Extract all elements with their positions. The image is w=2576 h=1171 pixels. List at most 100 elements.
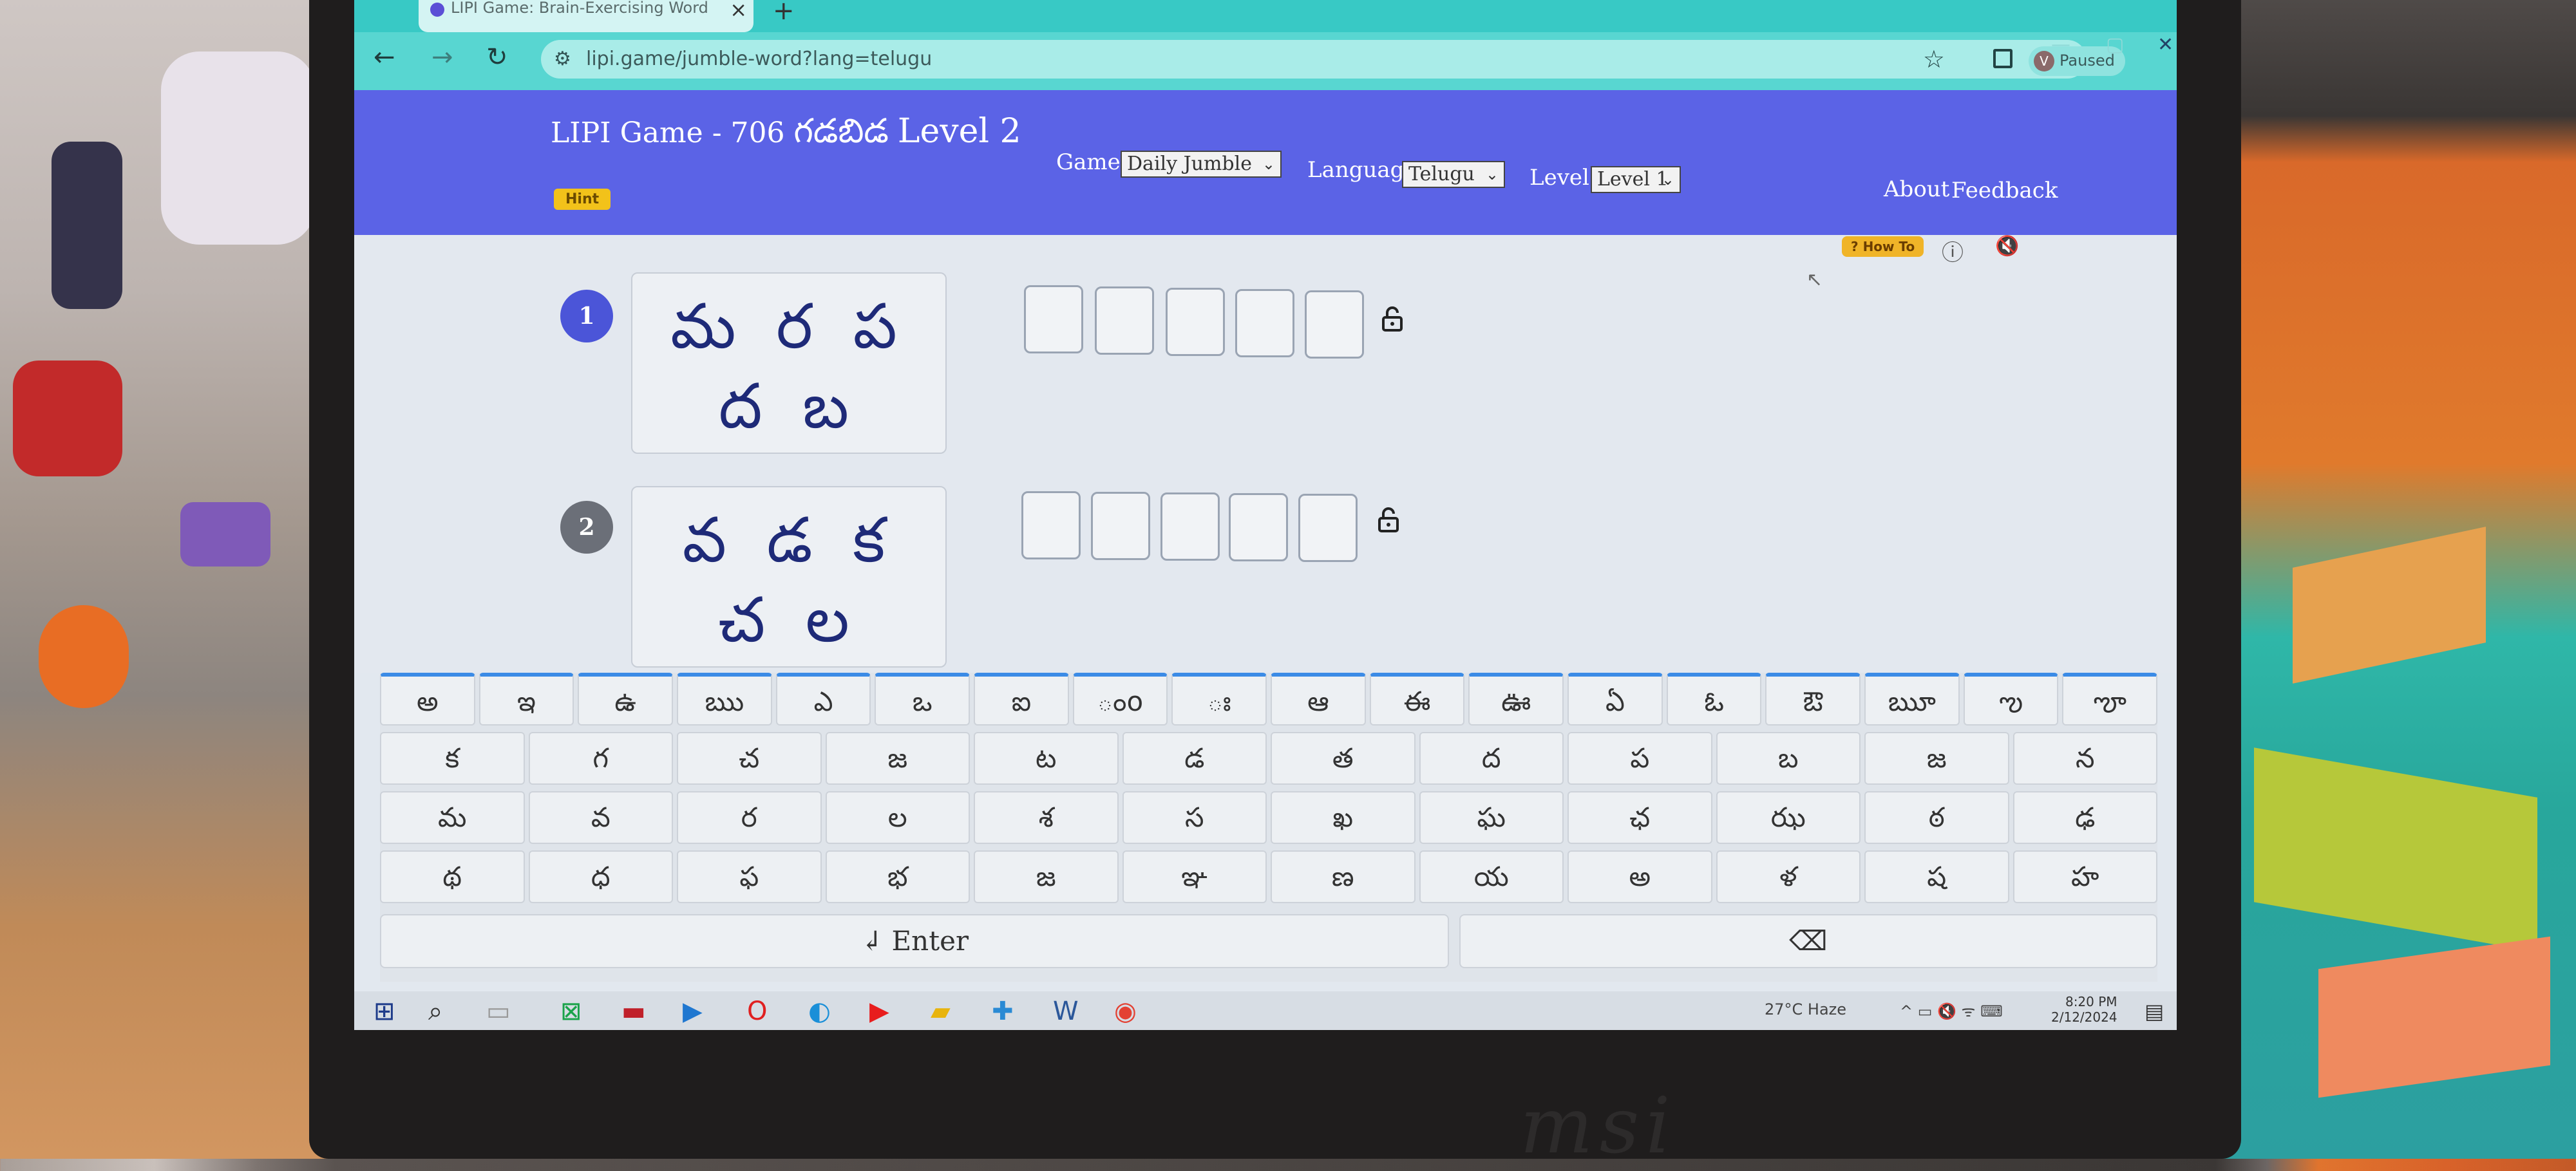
answer-slot[interactable] (1160, 492, 1220, 561)
how-to-button[interactable]: ? How To (1842, 236, 1924, 257)
key[interactable]: హ (2012, 850, 2157, 903)
start-icon[interactable]: ⊞ (374, 997, 395, 1026)
answer-slot[interactable] (1021, 491, 1081, 559)
key[interactable]: ఋ (677, 673, 772, 726)
key[interactable]: శ (974, 791, 1119, 844)
key[interactable]: ఓ (1666, 673, 1762, 726)
key[interactable]: ఠ (1864, 791, 2009, 844)
info-icon[interactable]: ⓘ (1942, 235, 1964, 267)
notification-icon[interactable]: ▤ (2145, 999, 2164, 1024)
key[interactable]: ః (1171, 673, 1267, 726)
unlock-icon[interactable] (1376, 507, 1401, 532)
media-player-icon[interactable]: ▶ (683, 997, 703, 1026)
key[interactable]: ౡ (2062, 673, 2158, 726)
key[interactable]: ఌ (1963, 673, 2059, 726)
key[interactable]: జ (974, 850, 1119, 903)
key[interactable]: ప (1567, 732, 1712, 785)
chrome-icon[interactable]: ◉ (1114, 997, 1137, 1026)
side-panel-icon[interactable] (1993, 49, 2012, 68)
reload-button[interactable]: ↻ (486, 42, 508, 72)
key[interactable]: ఘ (1419, 791, 1564, 844)
key[interactable]: ఇ (478, 673, 574, 726)
edge-icon[interactable]: ◐ (808, 997, 831, 1026)
key[interactable]: భ (825, 850, 970, 903)
about-link[interactable]: About (1884, 176, 1949, 202)
level-select[interactable]: Level 1 ⌄ (1591, 166, 1681, 193)
key[interactable]: బ (1716, 732, 1861, 785)
new-tab-button[interactable]: + (773, 0, 795, 26)
answer-slot[interactable] (1305, 290, 1364, 359)
feedback-link[interactable]: Feedback (1951, 178, 2058, 203)
key[interactable]: గ (528, 732, 673, 785)
answer-slot[interactable] (1298, 494, 1358, 562)
key[interactable]: ఝ (1716, 791, 1861, 844)
backspace-key[interactable]: ⌫ (1459, 914, 2157, 968)
word-icon[interactable]: W (1053, 997, 1079, 1026)
site-info-icon[interactable]: ⚙ (554, 48, 571, 70)
unlock-icon[interactable] (1379, 306, 1405, 332)
key[interactable]: మ (380, 791, 525, 844)
task-view-icon[interactable]: ▭ (486, 997, 511, 1026)
key[interactable]: స (1122, 791, 1267, 844)
key[interactable]: ళ (1716, 850, 1861, 903)
key[interactable]: న (2012, 732, 2157, 785)
close-window-button[interactable]: ✕ (2157, 33, 2174, 56)
key[interactable]: ర (677, 791, 822, 844)
address-bar[interactable]: ⚙ lipi.game/jumble-word?lang=telugu ☆ (541, 40, 2087, 79)
key[interactable]: థ (380, 850, 525, 903)
key[interactable]: ష (1864, 850, 2009, 903)
key[interactable]: వ (528, 791, 673, 844)
key[interactable]: ణ (1271, 850, 1416, 903)
key[interactable]: డ (1122, 732, 1267, 785)
key[interactable]: ఎ (775, 673, 871, 726)
answer-slot[interactable] (1095, 286, 1154, 355)
xbox-icon[interactable]: ⊠ (560, 997, 582, 1026)
minimize-window-button[interactable]: — (2051, 33, 2070, 56)
key[interactable]: ఈ (1369, 673, 1465, 726)
key[interactable]: అ (1567, 850, 1712, 903)
key[interactable]: ఐ (974, 673, 1069, 726)
key[interactable]: చ (677, 732, 822, 785)
bookmark-star-icon[interactable]: ☆ (1923, 45, 1945, 73)
game-select[interactable]: Daily Jumble ⌄ (1121, 151, 1282, 178)
key[interactable]: ట (974, 732, 1119, 785)
answer-slot[interactable] (1166, 288, 1225, 356)
enter-key[interactable]: ↲ Enter (380, 914, 1449, 968)
key[interactable]: ఊ (1468, 673, 1564, 726)
key[interactable]: ల (825, 791, 970, 844)
system-tray[interactable]: ^ ▭ 🔇 ᯤ ⌨ (1900, 1000, 2003, 1022)
key[interactable]: జ (1864, 732, 2009, 785)
mute-icon[interactable]: 🔇 (1995, 235, 2019, 258)
key[interactable]: ఏ (1567, 673, 1663, 726)
taskbar-clock[interactable]: 8:20 PM 2/12/2024 (2051, 994, 2117, 1025)
back-button[interactable]: ← (374, 42, 395, 72)
key[interactable]: అ (380, 673, 475, 726)
key[interactable]: ఫ (677, 850, 822, 903)
weather-widget[interactable]: 27°C Haze (1765, 1000, 1846, 1018)
answer-slot[interactable] (1229, 493, 1288, 561)
tab-close-icon[interactable]: × (730, 0, 747, 22)
app-icon[interactable]: ▬ (621, 997, 646, 1026)
key[interactable]: ఞ (1122, 850, 1267, 903)
answer-slot[interactable] (1091, 492, 1150, 560)
key[interactable]: ంo (1072, 673, 1168, 726)
key[interactable]: జ (825, 732, 970, 785)
key[interactable]: ఖ (1271, 791, 1416, 844)
key[interactable]: ఉ (578, 673, 674, 726)
key[interactable]: ౠ (1864, 673, 1960, 726)
app-icon[interactable]: ✚ (992, 997, 1014, 1026)
search-icon[interactable]: ⌕ (428, 997, 442, 1026)
key[interactable]: ఔ (1765, 673, 1861, 726)
key[interactable]: ఛ (1567, 791, 1712, 844)
key[interactable]: త (1271, 732, 1416, 785)
file-explorer-icon[interactable]: ▰ (931, 997, 951, 1026)
browser-tab[interactable]: LIPI Game: Brain-Exercising Word × (419, 0, 753, 32)
key[interactable]: ధ (528, 850, 673, 903)
forward-button[interactable]: → (431, 42, 453, 72)
address-url[interactable]: lipi.game/jumble-word?lang=telugu (586, 48, 932, 70)
hint-button[interactable]: Hint (554, 189, 611, 210)
key[interactable]: ఒ (875, 673, 971, 726)
youtube-icon[interactable]: ▶ (869, 997, 889, 1026)
key[interactable]: ద (1419, 732, 1564, 785)
key[interactable]: ఆ (1271, 673, 1366, 726)
